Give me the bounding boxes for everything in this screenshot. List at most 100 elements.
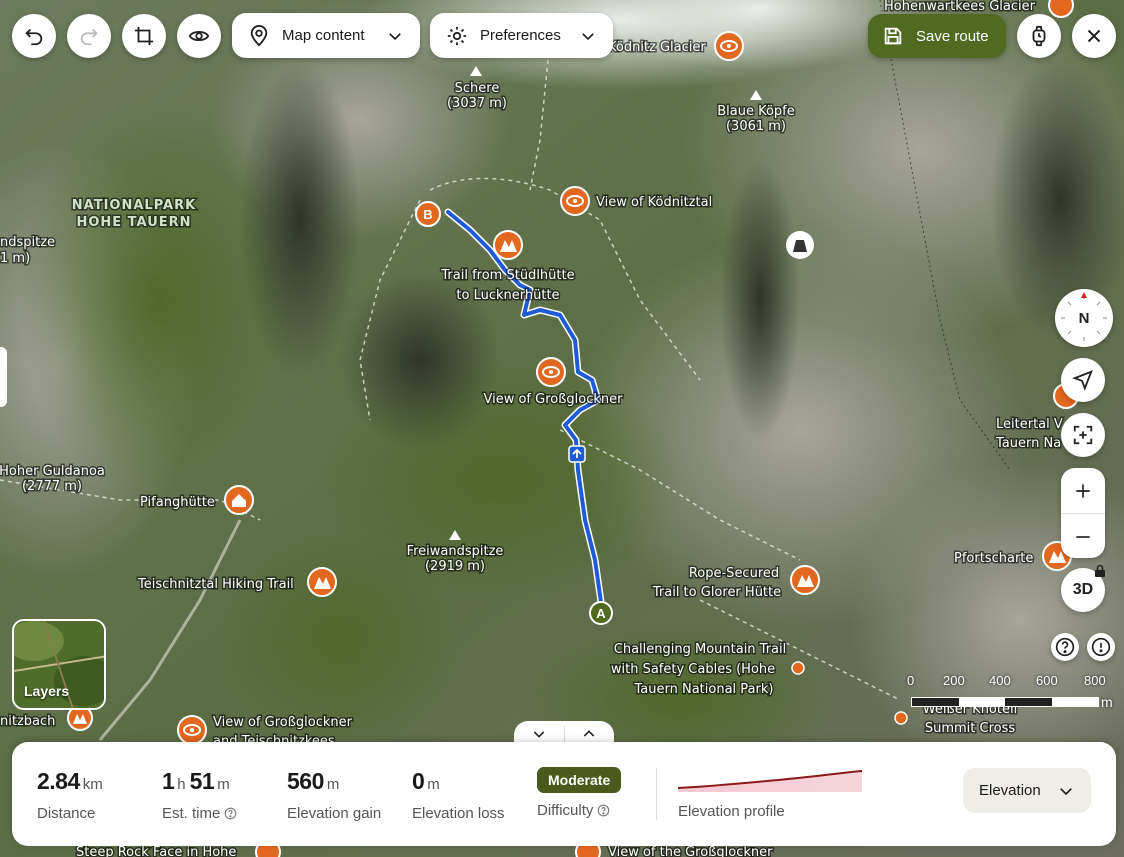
poi-label: Pifanghütte <box>140 495 215 510</box>
3d-toggle-button[interactable]: 3D <box>1061 564 1105 612</box>
elevation-profile[interactable]: Elevation profile <box>678 768 868 828</box>
poi-label: Summit Cross <box>925 721 1016 736</box>
poi-label: Steep Rock Face in Hohe <box>76 845 236 857</box>
poi-label: Pfortscharte <box>954 551 1033 566</box>
map-content-label: Map content <box>282 27 365 44</box>
viewpoint-marker[interactable] <box>714 31 744 61</box>
close-button[interactable] <box>1072 14 1116 58</box>
difficulty-label: Difficulty <box>537 802 594 819</box>
distance-value: 2.84 <box>37 768 80 794</box>
poi-label: View of Ködnitztal <box>596 195 712 210</box>
chevron-down-icon <box>579 27 597 45</box>
gain-value: 560 <box>287 768 324 794</box>
poi-label: Tauern National Park) <box>634 682 774 697</box>
visibility-button[interactable] <box>177 14 221 58</box>
trail-marker[interactable] <box>307 567 337 597</box>
watch-sync-button[interactable] <box>1017 14 1061 58</box>
poi-label: ndspitze <box>0 235 55 250</box>
divider <box>656 768 657 820</box>
undo-button[interactable] <box>12 14 56 58</box>
time-stat: 1 h 51 m Est. time <box>162 768 237 822</box>
map-content-dropdown[interactable]: Map content <box>232 13 420 58</box>
elevation-loss-stat: 0m Elevation loss <box>412 768 505 822</box>
poi-dot[interactable] <box>791 661 805 675</box>
svg-text:Hoher Guldanoa: Hoher Guldanoa <box>0 464 105 479</box>
eye-icon <box>188 30 210 42</box>
difficulty-stat: Moderate Difficulty <box>537 767 622 819</box>
poi-label: Teischnitztal Hiking Trail <box>137 577 294 592</box>
trail-marker[interactable] <box>493 230 523 260</box>
route-summary-panel: 2.84 km Distance 1 h 51 m Est. time 560 m Ele… <box>12 742 1116 846</box>
elevation-gain-stat: 560 m Elevation gain <box>287 768 381 822</box>
viewpoint-marker[interactable] <box>177 715 207 745</box>
poi-label: View of the Großglockner <box>608 845 773 857</box>
compass-marker[interactable] <box>1048 0 1074 18</box>
svg-text:B: B <box>423 207 432 222</box>
zoom-in-button[interactable] <box>1061 468 1105 513</box>
scale-unit: m <box>1101 694 1113 710</box>
save-route-label: Save route <box>916 27 989 45</box>
gain-unit: m <box>326 776 340 793</box>
route-direction-icon <box>568 445 586 463</box>
save-route-button[interactable]: Save route <box>868 14 1006 58</box>
elevation-dropdown[interactable]: Elevation <box>963 768 1091 813</box>
elevation-profile-label: Elevation profile <box>678 803 785 820</box>
svg-text:(3061 m): (3061 m) <box>726 119 786 134</box>
svg-text:Blaue Köpfe: Blaue Köpfe <box>717 104 795 119</box>
preferences-dropdown[interactable]: Preferences <box>430 13 613 58</box>
route-start-marker[interactable]: A <box>589 601 613 625</box>
alert-icon <box>1091 637 1111 657</box>
poi-label: Trail to Glorer Hütte <box>652 585 781 600</box>
time-hours-unit: h <box>177 776 186 793</box>
distance-stat: 2.84 km Distance <box>37 768 103 822</box>
zoom-out-button[interactable] <box>1061 513 1105 559</box>
chevron-up-icon <box>584 730 595 737</box>
side-panel-handle[interactable] <box>0 347 7 407</box>
elevation-profile-graph <box>678 770 863 792</box>
scale-bar: 0 200 400 600 800 m <box>905 673 1120 713</box>
poi-dot[interactable] <box>894 711 908 725</box>
svg-text:(2777 m): (2777 m) <box>22 479 82 494</box>
redo-button[interactable] <box>67 14 111 58</box>
viewpoint-marker[interactable] <box>560 186 590 216</box>
svg-text:HOHE TAUERN: HOHE TAUERN <box>76 215 191 230</box>
scale-tick: 400 <box>989 673 1011 688</box>
crop-button[interactable] <box>122 14 166 58</box>
svg-text:(2919 m): (2919 m) <box>425 559 485 574</box>
time-label: Est. time <box>162 805 221 822</box>
scale-tick: 800 <box>1084 673 1106 688</box>
poi-label: Ködnitz Glacier <box>608 40 706 55</box>
zoom-controls <box>1061 468 1105 558</box>
route-end-marker[interactable]: B <box>415 201 441 227</box>
loss-value: 0 <box>412 768 425 794</box>
poi-label: Rope-Secured <box>689 566 779 581</box>
navigation-arrow-icon <box>1072 370 1093 391</box>
locate-me-button[interactable] <box>1061 358 1105 402</box>
minus-icon <box>1076 535 1090 538</box>
poi-label: with Safety Cables (Hohe <box>611 662 775 677</box>
fit-route-button[interactable] <box>1061 413 1105 457</box>
distance-unit: km <box>82 776 103 793</box>
poi-label: nitzbach <box>0 714 55 729</box>
layers-button[interactable]: Layers <box>12 619 106 710</box>
gear-icon <box>446 25 468 47</box>
report-button[interactable] <box>1087 633 1115 661</box>
close-icon <box>1087 29 1101 43</box>
distance-label: Distance <box>37 805 96 822</box>
poi-label: View of Großglockner <box>213 715 353 730</box>
compass-button[interactable]: N <box>1055 289 1113 347</box>
3d-label: 3D <box>1072 581 1094 598</box>
save-icon <box>884 27 902 45</box>
loss-label: Elevation loss <box>412 805 505 822</box>
trail-marker[interactable] <box>790 565 820 595</box>
gain-label: Elevation gain <box>287 805 382 822</box>
help-button[interactable] <box>1051 633 1079 661</box>
difficulty-badge: Moderate <box>537 767 622 793</box>
poi-label: Trail from Stüdlhütte <box>440 268 574 283</box>
summit-marker[interactable] <box>786 231 814 259</box>
viewpoint-marker[interactable] <box>536 357 566 387</box>
svg-text:A: A <box>596 606 606 621</box>
hut-marker[interactable] <box>224 485 254 515</box>
info-icon[interactable] <box>224 807 237 820</box>
info-icon[interactable] <box>597 804 610 817</box>
